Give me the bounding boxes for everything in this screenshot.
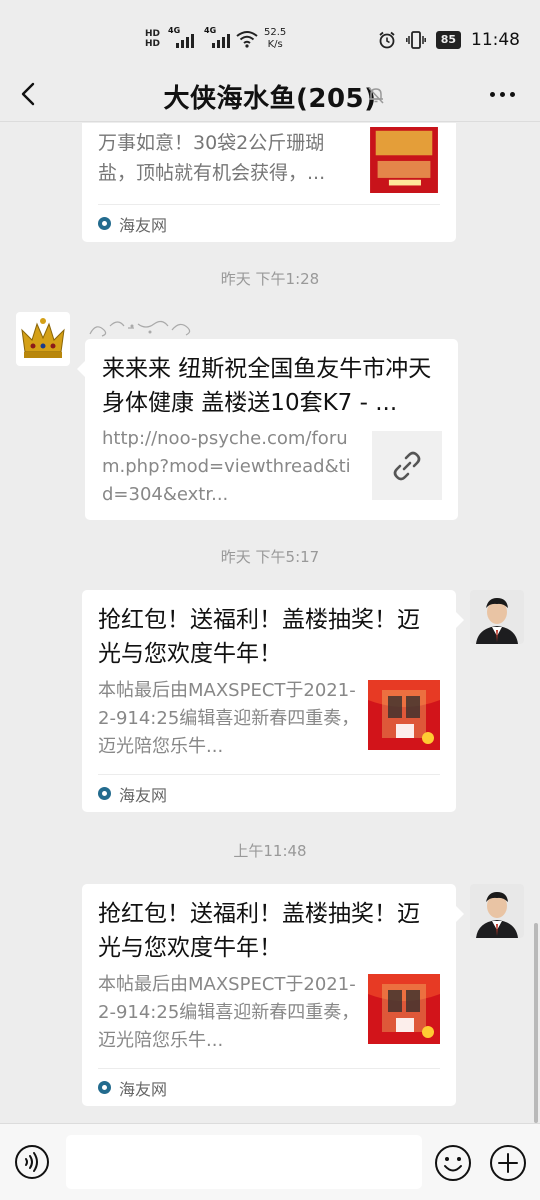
card-title: 抢红包！送福利！盖楼抽奖！迈光与您欢度牛年！ [98,901,420,961]
crown-icon [21,318,65,358]
wifi-icon [236,31,258,48]
signal-icon-2: 4G [204,26,231,48]
plus-icon[interactable] [489,1144,527,1182]
hd-label-2: HD [145,39,161,49]
timestamp: 上午11:48 [233,842,307,860]
signal-icon-1: 4G [168,26,195,48]
source-logo-icon [98,787,111,800]
status-bar: HD HD 4G 4G 52.5 K/s 85 11:48 [0,0,540,66]
message-input[interactable] [66,1135,422,1189]
link-card[interactable]: 万事如意！30袋2公斤珊瑚盐，顶帖就有机会获得，... 海友网 [82,123,456,242]
card-url: http://noo-psyche.com/forum.php?mod=view… [102,428,351,505]
hd-label-1: HD [145,29,161,39]
status-left: HD HD 4G 4G 52.5 K/s [145,24,286,54]
voice-icon[interactable] [14,1144,50,1180]
sender-name-ornament [89,320,191,337]
network-type-2: 4G [204,26,217,35]
network-speed: 52.5 K/s [264,27,286,51]
card-title: 来来来 纽斯祝全国鱼友牛市冲天 身体健康 盖楼送10套K7 - ... [102,356,432,416]
source-logo-icon [98,217,111,230]
network-type-1: 4G [168,26,181,35]
hd-indicators: HD HD [145,29,160,49]
status-right: 85 11:48 [378,28,520,52]
speed-unit: K/s [267,39,283,50]
chat-header: 大侠海水鱼(205) [0,66,540,122]
person-avatar-icon [470,884,524,938]
card-source: 海友网 [98,204,440,242]
emoji-icon[interactable] [434,1144,472,1182]
card-thumbnail [368,680,440,750]
status-time: 11:48 [471,30,520,50]
card-thumbnail [368,974,440,1044]
avatar[interactable] [470,590,524,644]
card-title: 抢红包！送福利！盖楼抽奖！迈光与您欢度牛年！ [98,607,420,667]
scrollbar[interactable] [534,923,538,1123]
card-description: 本帖最后由MAXSPECT于2021-2-914:25编辑喜迎新春四重奏，迈光陪… [98,974,360,1051]
link-thumbnail [372,431,442,500]
alarm-icon [379,31,395,49]
input-bar [0,1123,540,1200]
source-name: 海友网 [119,1079,168,1099]
source-logo-icon [98,1081,111,1094]
card-description: 本帖最后由MAXSPECT于2021-2-914:25编辑喜迎新春四重奏，迈光陪… [98,680,360,757]
battery-indicator: 85 [435,31,461,49]
bell-off-icon [368,87,384,104]
chat-title: 大侠海水鱼(205) [163,84,377,114]
more-icon[interactable] [490,86,520,102]
source-name: 海友网 [119,785,168,805]
chat-area[interactable]: 万事如意！30袋2公斤珊瑚盐，顶帖就有机会获得，... 海友网 昨天 下午1:2… [0,123,540,1123]
vibrate-icon [405,31,426,49]
timestamp: 昨天 下午1:28 [220,270,320,288]
card-source: 海友网 [98,774,440,812]
link-card[interactable]: 抢红包！送福利！盖楼抽奖！迈光与您欢度牛年！ 本帖最后由MAXSPECT于202… [82,590,464,812]
timestamp: 昨天 下午5:17 [220,548,320,566]
card-description: 万事如意！30袋2公斤珊瑚盐，顶帖就有机会获得，... [98,132,326,184]
link-card[interactable]: 抢红包！送福利！盖楼抽奖！迈光与您欢度牛年！ 本帖最后由MAXSPECT于202… [82,884,464,1106]
card-thumbnail [370,127,438,193]
person-avatar-icon [470,590,524,644]
avatar[interactable] [16,312,70,366]
speed-value: 52.5 [264,27,287,38]
source-name: 海友网 [119,215,168,235]
link-card[interactable]: 来来来 纽斯祝全国鱼友牛市冲天 身体健康 盖楼送10套K7 - ... http… [77,339,458,520]
avatar[interactable] [470,884,524,938]
link-icon [393,451,421,480]
card-source: 海友网 [98,1068,440,1106]
